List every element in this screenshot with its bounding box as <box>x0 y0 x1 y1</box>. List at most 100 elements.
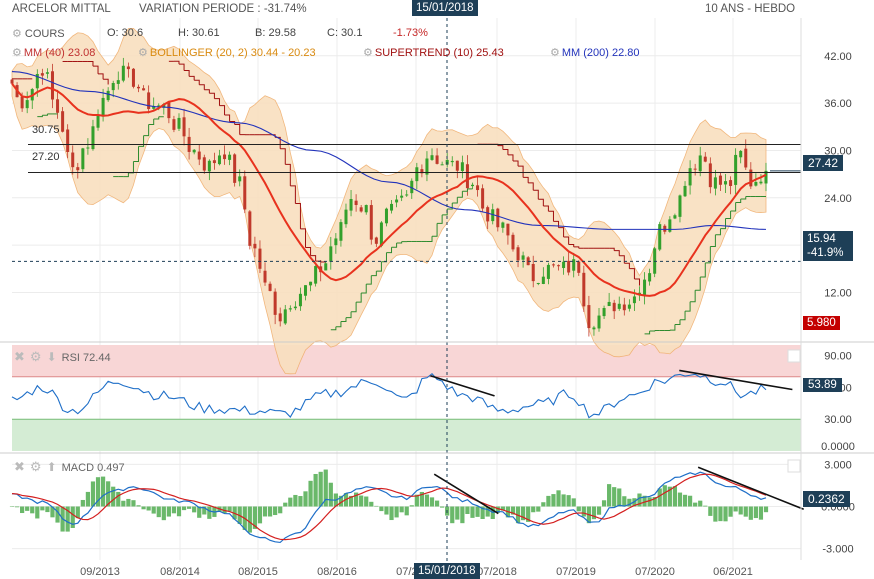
candle-body <box>734 154 738 185</box>
rsi-legend[interactable]: ✖ ⚙ ⬇ RSI 72.44 <box>14 349 111 365</box>
candle-body <box>562 261 566 269</box>
macd-histogram-bar <box>85 491 91 507</box>
candle-body <box>693 168 697 170</box>
macd-y-tick: -3.000 <box>822 544 853 556</box>
macd-histogram-bar <box>718 506 723 522</box>
supertrend-label: SUPERTREND (10) <box>374 47 474 59</box>
close-value: C: 30.1 <box>327 27 363 39</box>
candle-body <box>683 185 687 197</box>
macd-histogram-bar <box>581 506 586 517</box>
supertrend-legend[interactable]: ⚙ SUPERTREND (10) 25.43 <box>363 46 504 59</box>
macd-histogram-bar <box>551 494 556 507</box>
cours-legend[interactable]: ⚙ COURS <box>12 27 65 40</box>
candle-body <box>71 152 75 168</box>
candle-body <box>278 313 282 322</box>
candle-body <box>96 114 100 128</box>
gear-icon[interactable]: ⚙ <box>363 47 373 59</box>
candle-body <box>268 283 272 291</box>
period-label[interactable]: 10 ANS - HEBDO <box>705 3 795 15</box>
candle-body <box>440 164 444 166</box>
instrument-name: ARCELOR MITTAL <box>12 3 111 15</box>
macd-line <box>11 471 767 544</box>
candle-body <box>131 68 135 87</box>
macd-histogram-bar <box>25 506 30 511</box>
candle-body <box>678 195 682 217</box>
mm40-legend[interactable]: ⚙ MM (40) 23.08 <box>12 46 95 59</box>
macd-histogram-bar <box>399 506 404 513</box>
macd-label: MACD <box>61 462 95 474</box>
macd-histogram-bar <box>40 506 45 511</box>
macd-histogram-bar <box>713 506 718 522</box>
macd-histogram-bar <box>318 471 323 507</box>
close-icon[interactable]: ✖ <box>14 349 25 364</box>
gear-icon[interactable]: ⚙ <box>12 47 22 59</box>
candle-body <box>531 263 535 282</box>
macd-histogram-bar <box>141 506 146 510</box>
candle-body <box>395 199 399 203</box>
macd-histogram-bar <box>247 506 252 533</box>
gear-icon[interactable]: ⚙ <box>12 28 22 40</box>
candle-body <box>577 261 581 273</box>
arrow-up-icon[interactable]: ⬆ <box>47 460 57 474</box>
gear-icon[interactable]: ⚙ <box>550 47 560 59</box>
rsi-y-tick: 90.00 <box>824 351 852 363</box>
candle-body <box>486 207 490 222</box>
macd-histogram-bar <box>187 506 192 509</box>
candle-body <box>602 308 606 317</box>
candle-body <box>496 208 500 228</box>
candle-body <box>142 88 146 91</box>
candle-body <box>622 304 626 311</box>
candle-body <box>283 309 287 324</box>
arrow-down-icon[interactable]: ⬇ <box>47 350 57 364</box>
macd-histogram-bar <box>374 505 379 507</box>
close-icon[interactable]: ✖ <box>14 459 25 474</box>
mm200-legend[interactable]: ⚙ MM (200) 22.80 <box>550 46 640 59</box>
open-value: O: 30.6 <box>107 27 144 39</box>
rsi-oversold-zone <box>12 419 801 451</box>
variation-period: VARIATION PERIODE : -31.74% <box>139 3 307 15</box>
macd-legend[interactable]: ✖ ⚙ ⬆ MACD 0.497 <box>14 459 125 475</box>
macd-histogram-bar <box>9 506 15 507</box>
candle-body <box>557 265 561 267</box>
candle-body <box>45 72 49 74</box>
gear-icon[interactable]: ⚙ <box>30 349 42 364</box>
macd-histogram-bar <box>369 501 374 507</box>
macd-histogram-bar <box>733 506 738 512</box>
gear-icon[interactable]: ⚙ <box>138 47 148 59</box>
candle-body <box>435 155 439 164</box>
candle-body <box>617 303 621 309</box>
macd-histogram-bar <box>126 498 131 507</box>
candle-body <box>582 272 586 307</box>
candle-body <box>364 205 368 213</box>
candle-body <box>516 247 520 261</box>
candle-body <box>713 177 717 189</box>
candle-body <box>567 260 571 273</box>
candle-body <box>729 180 733 186</box>
candle-body <box>25 100 29 109</box>
candle-body <box>369 205 373 240</box>
macd-histogram-bar <box>278 506 283 514</box>
bollinger-legend[interactable]: ⚙ BOLLINGER (20, 2) 30.44 - 20.23 <box>138 46 316 59</box>
macd-histogram-bar <box>328 482 333 507</box>
macd-histogram-bar <box>763 506 769 513</box>
macd-histogram-bar <box>116 491 121 507</box>
macd-histogram-bar <box>546 495 551 507</box>
macd-last-box: 0.2362 <box>803 491 850 507</box>
gear-icon[interactable]: ⚙ <box>30 459 42 474</box>
macd-histogram-bar <box>171 506 177 514</box>
candle-body <box>91 126 95 150</box>
candle-body <box>643 279 647 295</box>
x-tick-label: 08/2014 <box>160 566 200 578</box>
macd-value: 0.497 <box>97 462 125 474</box>
candle-body <box>344 209 348 225</box>
macd-histogram-bar <box>601 500 607 507</box>
macd-histogram-bar <box>672 486 678 507</box>
candle-body <box>698 155 702 172</box>
macd-histogram-bar <box>450 506 455 524</box>
candle-body <box>202 157 206 171</box>
stock-chart[interactable]: 09/201308/201408/201508/201607/201707/20… <box>0 0 874 579</box>
macd-histogram-bar <box>308 480 313 507</box>
macd-trendline <box>697 466 804 511</box>
candle-body <box>359 207 363 212</box>
candle-body <box>293 306 297 309</box>
